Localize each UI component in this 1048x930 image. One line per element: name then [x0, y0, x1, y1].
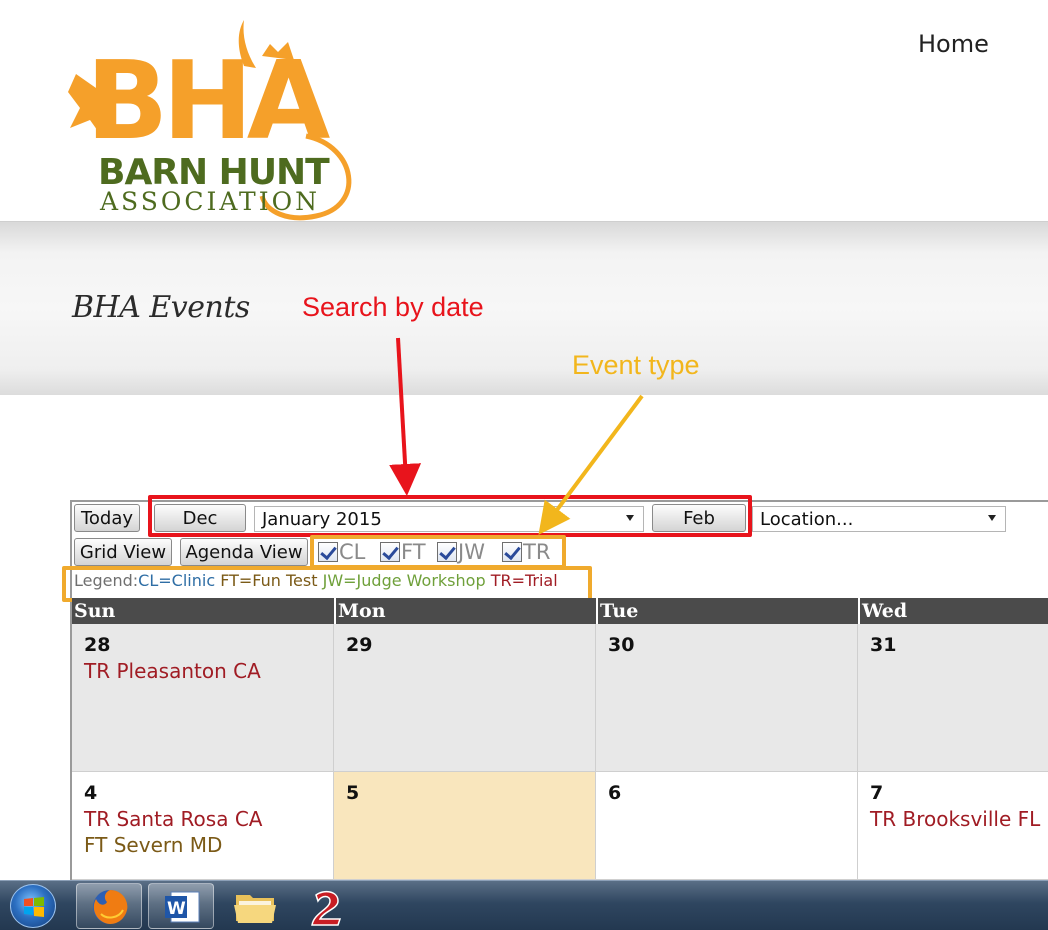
day-header-wed: Wed: [858, 598, 1048, 624]
day-number: 5: [346, 782, 360, 804]
calendar-day-cell[interactable]: 4 TR Santa Rosa CA FT Severn MD: [72, 772, 334, 880]
annotation-search-by-date: Search by date: [302, 292, 484, 322]
windows-logo-icon: [24, 897, 44, 917]
event-link[interactable]: TR Brooksville FL: [870, 806, 1048, 832]
event-link[interactable]: FT Severn MD: [84, 832, 333, 858]
day-number: 31: [870, 634, 897, 656]
day-number: 29: [346, 634, 373, 656]
chevron-down-icon: [988, 515, 996, 521]
grid-view-button[interactable]: Grid View: [74, 538, 172, 566]
file-explorer-icon: [234, 895, 276, 923]
logo-association-text: ASSOCIATION: [99, 187, 320, 216]
today-button[interactable]: Today: [74, 504, 140, 532]
location-select-value: Location...: [760, 508, 854, 530]
day-header-mon: Mon: [334, 598, 596, 624]
calendar-day-cell-today[interactable]: 5: [334, 772, 596, 880]
date-search-highlight: [148, 495, 752, 537]
day-number: 7: [870, 782, 884, 804]
day-number: 28: [84, 634, 111, 656]
event-link[interactable]: TR Santa Rosa CA: [84, 806, 333, 832]
word-icon: W: [165, 891, 200, 923]
annotation-event-type: Event type: [572, 350, 700, 380]
calendar-day-cell[interactable]: 31: [858, 624, 1048, 772]
day-header-tue: Tue: [596, 598, 858, 624]
logo-bha-text: BHA: [86, 39, 331, 164]
day-number: 4: [84, 782, 98, 804]
day-header-sun: Sun: [72, 598, 334, 624]
day-number: 6: [608, 782, 622, 804]
calendar-day-cell[interactable]: 30: [596, 624, 858, 772]
calendar-day-cell[interactable]: 7 TR Brooksville FL: [858, 772, 1048, 880]
location-select[interactable]: Location...: [752, 506, 1006, 532]
bha-logo[interactable]: BHA BARN HUNT ASSOCIATION: [66, 16, 368, 226]
day-number: 30: [608, 634, 635, 656]
start-button[interactable]: [10, 884, 56, 928]
svg-text:W: W: [167, 899, 186, 919]
agenda-view-button[interactable]: Agenda View: [180, 538, 308, 566]
legend-highlight: [62, 566, 592, 602]
taskbar-explorer[interactable]: [222, 883, 288, 929]
calendar-day-cell[interactable]: 29: [334, 624, 596, 772]
logo-graphic: BHA BARN HUNT ASSOCIATION: [68, 20, 352, 221]
page: BHA BARN HUNT ASSOCIATION Home BHA Event…: [0, 0, 1048, 930]
taskbar-word[interactable]: W: [148, 883, 214, 929]
event-type-highlight: [310, 535, 566, 569]
taskbar-firefox[interactable]: [76, 883, 142, 929]
calendar-day-cell[interactable]: 28 TR Pleasanton CA: [72, 624, 334, 772]
event-link[interactable]: TR Pleasanton CA: [84, 658, 333, 684]
windows-taskbar: W: [0, 880, 1048, 930]
calendar-day-cell[interactable]: 6: [596, 772, 858, 880]
page-title: BHA Events: [72, 290, 250, 325]
game-icon: [311, 890, 342, 926]
nav-home-link[interactable]: Home: [918, 30, 989, 58]
taskbar-game[interactable]: [294, 883, 360, 929]
firefox-icon: [93, 890, 128, 924]
